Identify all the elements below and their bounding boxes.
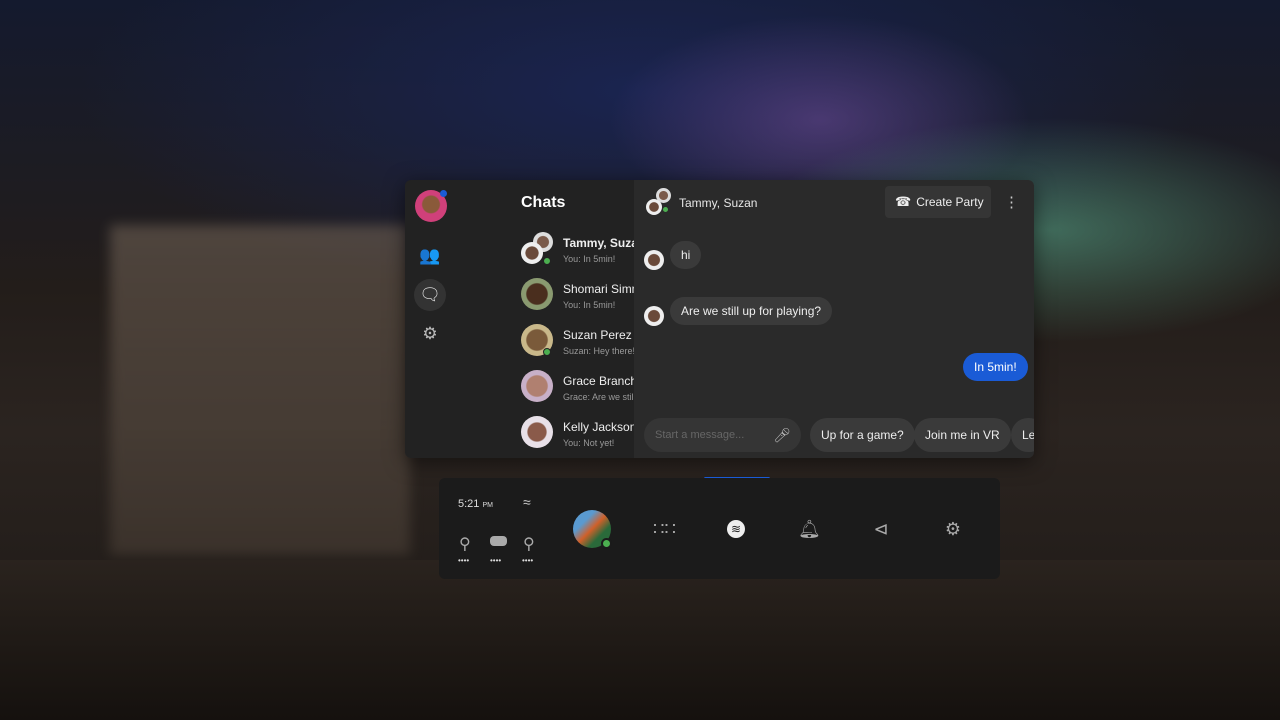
bell-icon[interactable]: 🔔︎ [798,518,821,540]
conversation-preview: You: In 5min! [563,254,616,264]
avatar [521,416,553,448]
chat-header-title: Tammy, Suzan [679,196,758,210]
online-indicator [543,348,551,356]
avatar [521,242,543,264]
microphone-icon[interactable]: 🎤︎ [773,427,791,444]
online-indicator [662,206,669,213]
quick-reply[interactable]: Le [1011,418,1034,452]
battery-level: •••• [458,556,470,565]
am-pm: PM [482,502,493,509]
notification-dot [440,190,447,197]
apps-icon[interactable]: ∷∷ [653,518,676,540]
headset-icon [490,536,507,546]
chat-view: Tammy, Suzan ☎ Create Party ⋮ hi Are we … [634,180,1034,458]
universal-menu-bar: 5:21 PM ≈ ⚲ ⚲ •••• •••• •••• ∷∷ ≋ 🔔︎ ⊲ ⚙ [439,478,1000,579]
create-party-label: Create Party [916,195,984,209]
quick-reply[interactable]: Up for a game? [810,418,915,452]
online-indicator [543,257,551,265]
right-controller-icon: ⚲ [523,536,535,553]
message-input-placeholder: Start a message... [655,429,745,441]
time: 5:21 [458,498,480,510]
message-input[interactable]: Start a message... 🎤︎ [644,418,801,452]
conversation-item[interactable]: Shomari Simm... You: In 5min! [455,276,652,322]
background-floor [0,560,1280,720]
messenger-icon[interactable]: ≋ [727,520,745,538]
gear-icon[interactable]: ⚙ [415,319,445,349]
chats-title: Chats [521,194,566,211]
messenger-panel: 👥 🗨 ⚙ Chats ✎ Tammy, Suzan You: In 5min!… [405,180,1034,458]
conversation-name: Tammy, Suzan [563,236,646,250]
wifi-icon: ≈ [523,494,531,510]
party-call-icon: ☎ [895,194,912,209]
conversation-item[interactable]: Suzan Perez Suzan: Hey there! [455,322,636,368]
conversation-item[interactable]: Kelly Jackson You: Not yet! [455,414,637,458]
conversation-item[interactable]: Tammy, Suzan You: In 5min! [455,230,645,276]
avatar [521,370,553,402]
left-controller-icon: ⚲ [459,536,471,553]
message-bubble-sent: In 5min! [963,353,1028,381]
conversation-list: Chats ✎ Tammy, Suzan You: In 5min! Shoma… [455,180,670,458]
conversation-name: Suzan Perez [563,328,632,342]
people-icon[interactable]: 👥 [415,241,445,271]
conversation-preview: Suzan: Hey there! [563,346,636,356]
avatar [646,199,662,215]
conversation-preview: You: Not yet! [563,438,615,448]
clock: 5:21 PM [458,498,493,510]
avatar [644,306,664,326]
quick-reply[interactable]: Join me in VR [914,418,1011,452]
conversation-item[interactable]: Grace Branch Grace: Are we still u... [455,368,669,414]
conversation-preview: You: In 5min! [563,300,616,310]
more-options-icon[interactable]: ⋮ [1004,193,1019,211]
create-party-button[interactable]: ☎ Create Party [885,186,991,218]
share-icon[interactable]: ⊲ [870,518,892,540]
conversation-name: Grace Branch [563,374,638,388]
background-wall [110,225,410,555]
battery-level: •••• [490,556,502,565]
nav-rail: 👥 🗨 ⚙ [405,180,455,458]
online-indicator [601,538,612,549]
avatar [521,278,553,310]
battery-level: •••• [522,556,534,565]
avatar [644,250,664,270]
message-bubble: Are we still up for playing? [670,297,833,325]
chat-icon[interactable]: 🗨 [414,279,446,311]
conversation-name: Kelly Jackson [563,420,637,434]
message-bubble: hi [670,241,702,269]
gear-icon[interactable]: ⚙ [942,518,964,540]
